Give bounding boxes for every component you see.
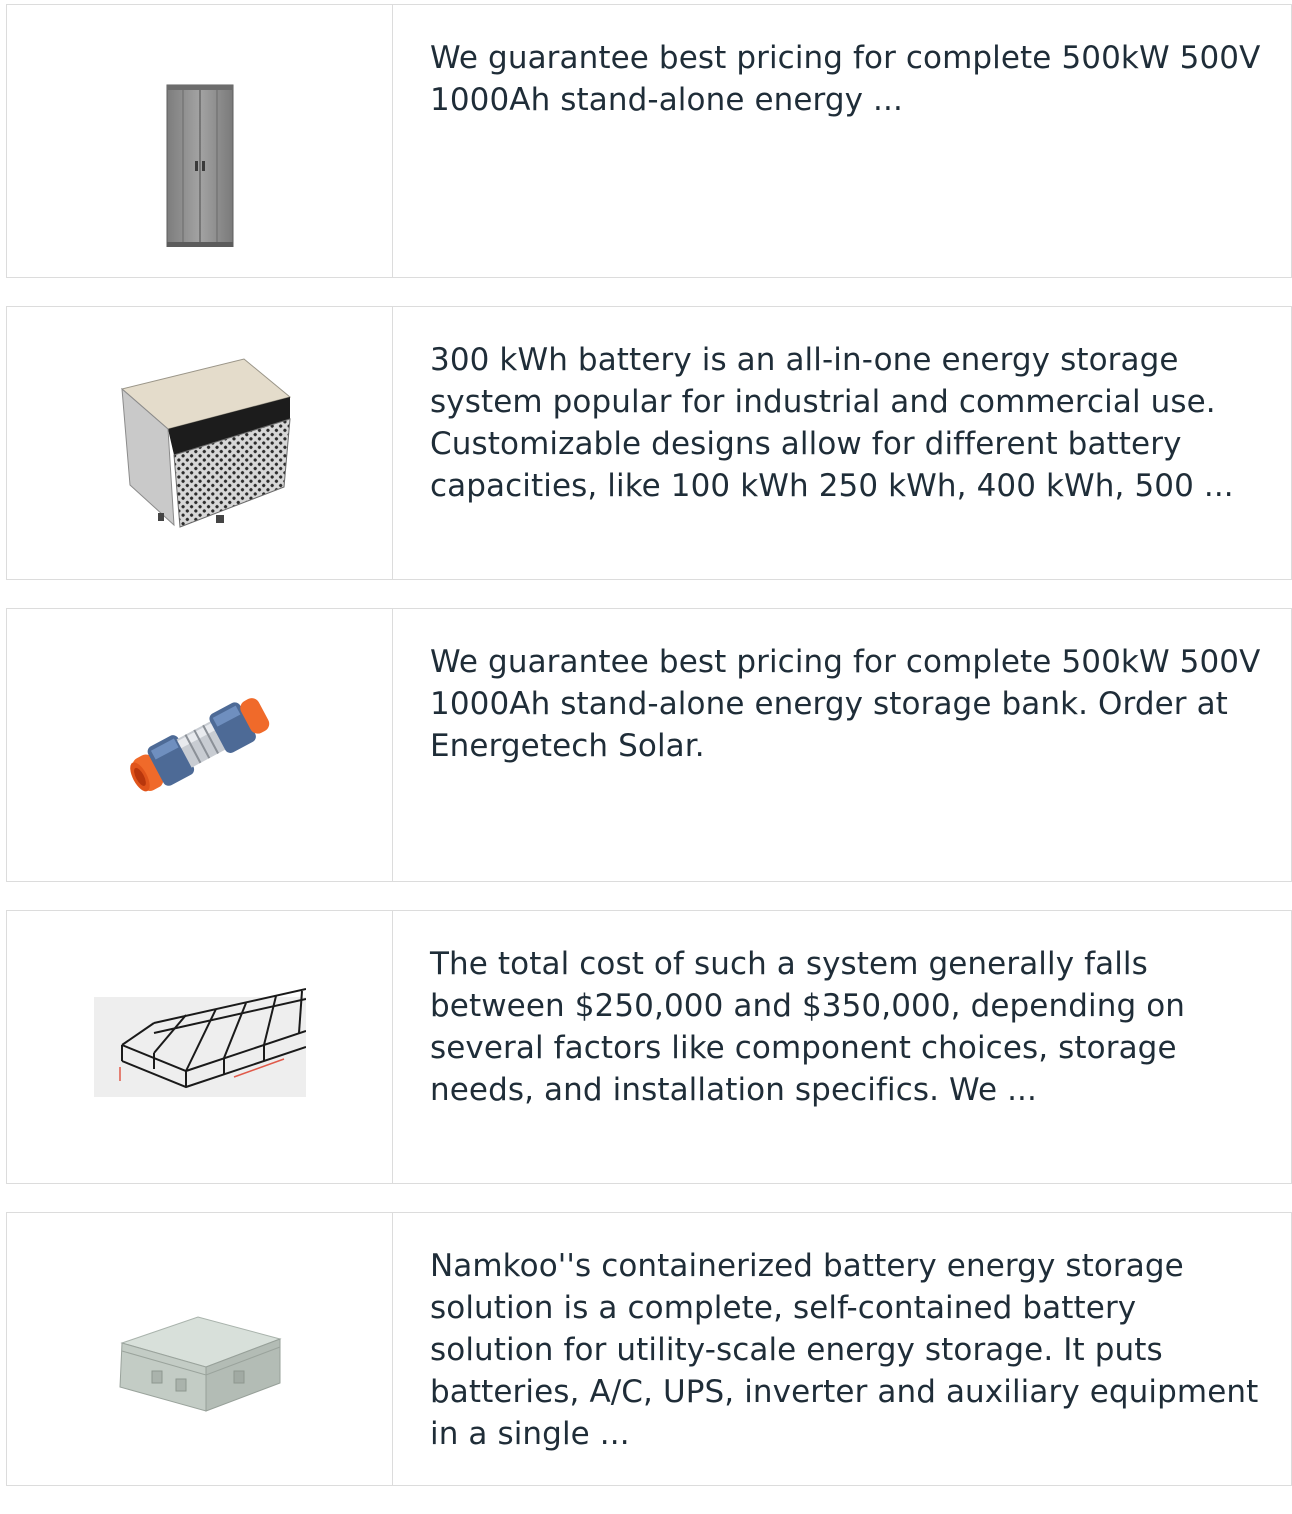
product-text-cell: The total cost of such a system generall… [393, 911, 1291, 1183]
product-thumbnail-cell [7, 5, 393, 277]
product-thumbnail-cell [7, 911, 393, 1183]
product-text-cell: 300 kWh battery is an all-in-one energy … [393, 307, 1291, 579]
product-text-cell: We guarantee best pricing for complete 5… [393, 609, 1291, 881]
product-description[interactable]: We guarantee best pricing for complete 5… [430, 37, 1261, 121]
product-card[interactable]: The total cost of such a system generall… [6, 910, 1292, 1184]
product-thumbnail-cell [7, 307, 393, 579]
product-card[interactable]: 300 kWh battery is an all-in-one energy … [6, 306, 1292, 580]
product-description[interactable]: Namkoo''s containerized battery energy s… [430, 1245, 1261, 1455]
pipe-connector-icon[interactable] [94, 639, 306, 851]
product-thumbnail-cell [7, 609, 393, 881]
product-text-cell: We guarantee best pricing for complete 5… [393, 5, 1291, 277]
product-description[interactable]: The total cost of such a system generall… [430, 943, 1261, 1111]
wire-mesh-tray-icon[interactable] [93, 941, 306, 1153]
product-card[interactable]: Namkoo''s containerized battery energy s… [6, 1212, 1292, 1486]
product-list: We guarantee best pricing for complete 5… [6, 4, 1292, 1514]
product-text-cell: Namkoo''s containerized battery energy s… [393, 1213, 1291, 1485]
battery-enclosure-icon[interactable] [93, 337, 306, 549]
product-description[interactable]: 300 kWh battery is an all-in-one energy … [430, 339, 1261, 507]
product-card[interactable]: We guarantee best pricing for complete 5… [6, 608, 1292, 882]
metal-cabinet-icon[interactable] [94, 35, 306, 247]
product-thumbnail-cell [7, 1213, 393, 1485]
product-description[interactable]: We guarantee best pricing for complete 5… [430, 641, 1261, 767]
junction-box-icon[interactable] [94, 1243, 306, 1455]
product-card[interactable]: We guarantee best pricing for complete 5… [6, 4, 1292, 278]
